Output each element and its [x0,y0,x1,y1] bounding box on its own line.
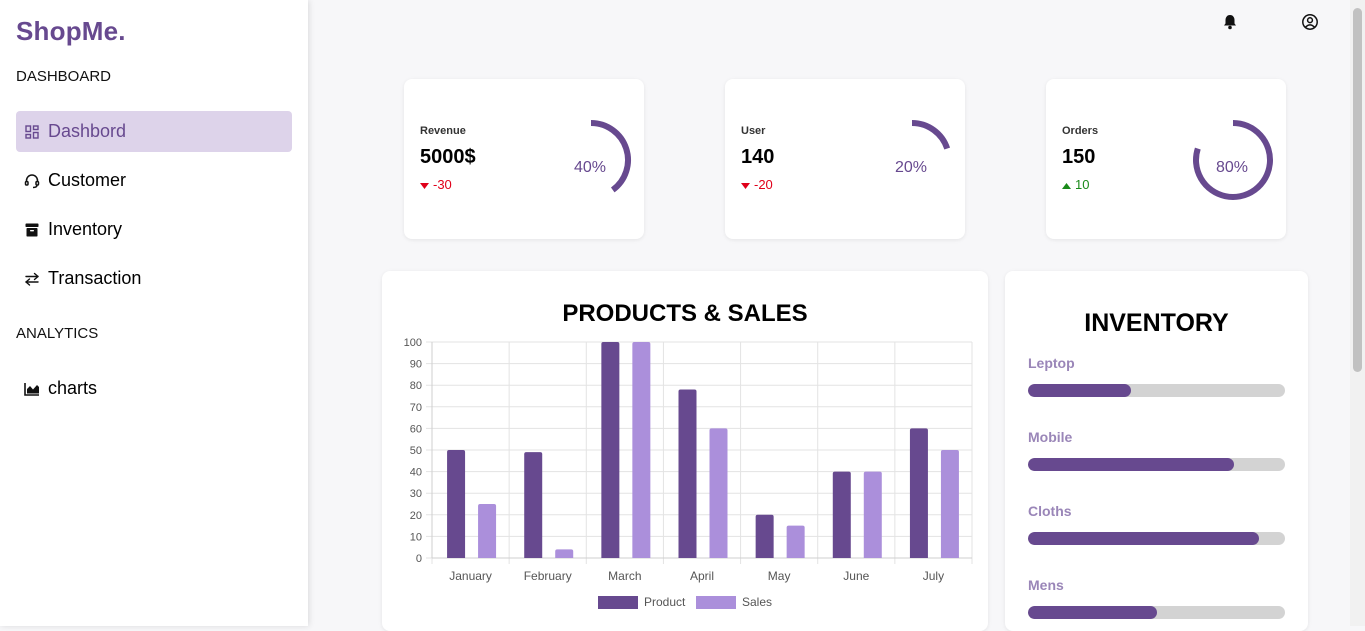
dashboard-heading: DASHBOARD [16,68,112,85]
bar-sales[interactable] [709,428,728,558]
y-tick-label: 0 [416,553,422,565]
bar-sales[interactable] [940,450,959,558]
y-tick-label: 90 [410,359,422,371]
y-tick-label: 70 [410,402,422,414]
stat-card-orders: Orders 150 10 80% [1046,79,1286,239]
stat-label: User [741,125,766,137]
bar-sales[interactable] [863,471,882,558]
inventory-progress-fill [1028,532,1260,545]
scrollbar-thumb[interactable] [1353,8,1362,372]
caret-down-icon [420,177,429,192]
bar-product[interactable] [601,342,620,558]
x-tick-label: June [843,569,869,583]
stat-delta: 10 [1062,177,1089,192]
inventory-progress-track [1028,532,1285,545]
bar-product[interactable] [678,389,697,558]
x-tick-label: May [768,569,791,583]
stat-label: Revenue [420,125,466,137]
y-tick-label: 40 [410,467,422,479]
brand-logo[interactable]: ShopMe. [16,16,126,47]
sidebar-item-dashboard[interactable]: Dashbord [16,111,292,152]
products-sales-chart: 0 10 20 30 40 50 60 70 80 90 100 January February Mar… [404,337,973,609]
y-tick-label: 60 [410,423,422,435]
transfer-icon [24,271,40,287]
legend-label[interactable]: Product [644,595,686,609]
sidebar-item-customer[interactable]: Customer [16,160,292,201]
x-tick-label: April [690,569,714,583]
stat-label: Orders [1062,125,1099,137]
progress-ring-arc [911,120,951,150]
bar-product[interactable] [524,452,543,558]
bar-product[interactable] [447,450,466,558]
stat-delta: -20 [741,177,773,192]
inventory-item-label: Mobile [1028,429,1073,445]
page-scrollbar[interactable] [1350,0,1365,626]
sidebar-item-charts[interactable]: charts [16,368,292,409]
grid-icon [24,124,40,140]
sidebar: ShopMe. DASHBOARD Dashbord Customer Inve… [0,0,308,626]
y-tick-label: 10 [410,531,422,543]
bar-sales[interactable] [632,342,651,558]
inventory-progress-track [1028,458,1285,471]
inventory-item-label: Cloths [1028,503,1072,519]
headset-icon [24,173,40,189]
x-tick-label: July [923,569,944,583]
x-tick-label: January [449,569,492,583]
archive-icon [24,222,40,238]
sidebar-item-label: Dashbord [48,121,127,141]
legend-swatch-product[interactable] [598,596,638,609]
bar-sales[interactable] [786,525,805,558]
y-tick-label: 50 [410,445,422,457]
caret-down-icon [741,177,750,192]
stat-percent: 40% [573,159,607,176]
stat-card-revenue: Revenue 5000$ -30 40% [404,79,644,239]
stat-percent: 80% [1215,159,1249,176]
bar-sales[interactable] [555,549,574,558]
stat-delta-value: -30 [433,177,452,192]
stat-delta-value: 10 [1075,177,1090,192]
analytics-heading: ANALYTICS [16,325,99,342]
legend-label[interactable]: Sales [742,595,772,609]
y-tick-label: 100 [404,337,422,349]
stat-percent: 20% [894,159,928,176]
y-tick-label: 20 [410,510,422,522]
bar-product[interactable] [832,471,851,558]
stat-value: 5000$ [420,146,476,168]
sidebar-item-label: Inventory [48,219,123,239]
sidebar-item-transaction[interactable]: Transaction [16,258,292,299]
area-chart-icon [24,381,40,397]
inventory-item-label: Mens [1028,577,1064,593]
inventory-progress-fill [1028,384,1131,397]
caret-up-icon [1062,177,1071,192]
progress-ring-arc [590,120,631,193]
x-tick-label: February [524,569,572,583]
inventory-item-label: Leptop [1028,355,1075,371]
x-tick-label: March [608,569,641,583]
inventory-progress-track [1028,606,1285,619]
bar-sales[interactable] [478,504,497,558]
bar-product[interactable] [909,428,928,558]
stat-delta-value: -20 [754,177,773,192]
sidebar-item-label: Transaction [48,268,142,288]
y-tick-label: 30 [410,488,422,500]
inventory-title: INVENTORY [1084,309,1229,337]
y-tick-label: 80 [410,380,422,392]
inventory-panel: INVENTORY Leptop Mobile Cloths Mens [1005,271,1308,631]
legend-swatch-sales[interactable] [696,596,736,609]
stat-delta: -30 [420,177,452,192]
sidebar-item-label: Customer [48,170,127,190]
inventory-progress-fill [1028,458,1234,471]
bar-product[interactable] [755,514,774,558]
sidebar-item-label: charts [48,378,98,398]
sidebar-item-inventory[interactable]: Inventory [16,209,292,250]
chart-title: PRODUCTS & SALES [562,300,808,327]
stat-value: 150 [1062,146,1096,168]
inventory-progress-fill [1028,606,1157,619]
bell-icon[interactable] [1221,13,1239,31]
user-circle-icon[interactable] [1301,13,1319,31]
stat-value: 140 [741,146,775,168]
stat-card-user: User 140 -20 20% [725,79,965,239]
inventory-progress-track [1028,384,1285,397]
